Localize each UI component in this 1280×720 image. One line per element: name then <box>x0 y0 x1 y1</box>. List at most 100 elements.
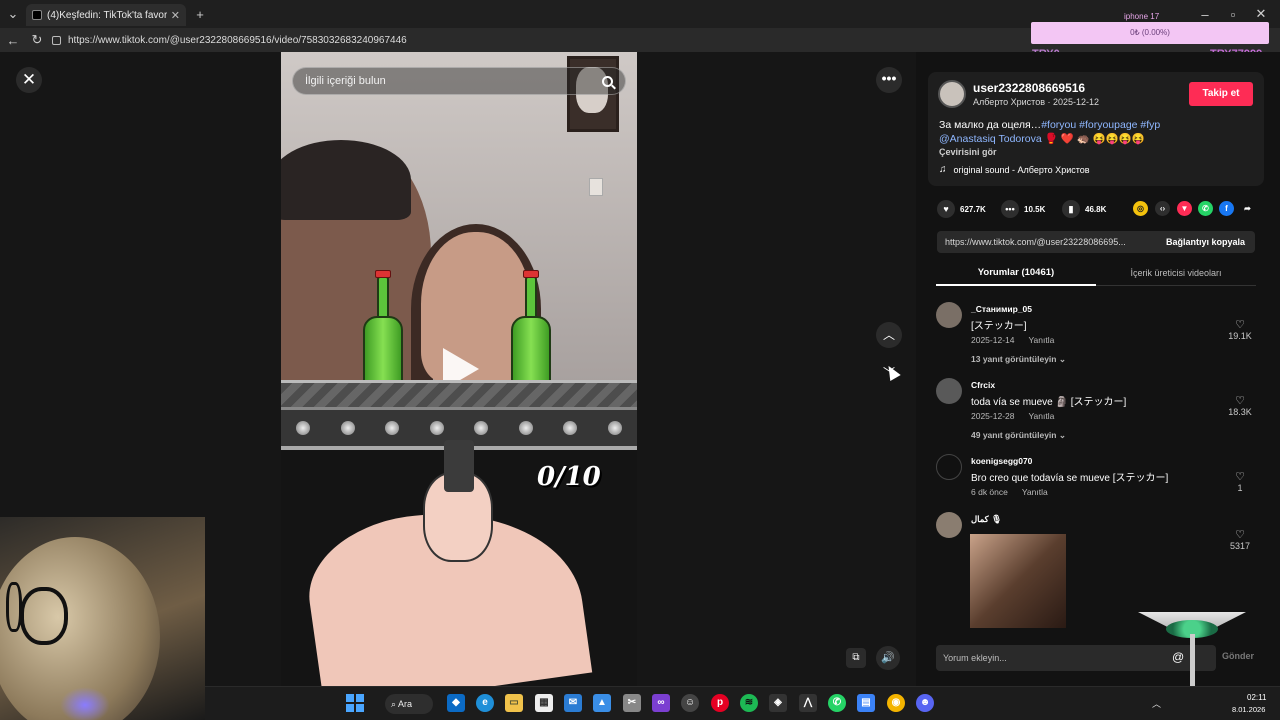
previous-video-chevron-up-icon[interactable]: ︿ <box>876 322 902 348</box>
game-score: 0/10 <box>537 462 601 492</box>
unity-icon[interactable]: ◈ <box>769 694 787 712</box>
copy-link-button[interactable]: Bağlantıyı kopyala <box>1156 237 1255 247</box>
send-to-friends-icon[interactable]: ▼ <box>1177 201 1192 216</box>
snipping-icon[interactable]: ✂ <box>623 694 641 712</box>
see-translation-link[interactable]: Çevirisini gör <box>939 147 997 157</box>
send-comment-button[interactable]: Gönder <box>1222 651 1254 661</box>
vscode-icon[interactable]: ◆ <box>447 694 465 712</box>
site-info-icon[interactable] <box>52 35 61 45</box>
embed-icon[interactable]: ‹› <box>1155 201 1170 216</box>
address-field[interactable]: https://www.tiktok.com/@user232280866951… <box>52 31 1042 49</box>
commenter-name[interactable]: كمال 🎙 <box>971 514 1002 525</box>
comment-text: Bro creo que todavía se mueve [ステッカー] <box>971 473 1169 484</box>
like-button[interactable]: ♥ 627.7K <box>937 200 986 218</box>
commenter-avatar[interactable] <box>936 512 962 538</box>
spotify-icon[interactable]: ≋ <box>740 694 758 712</box>
author-username[interactable]: user2322808669516 <box>973 81 1085 95</box>
window-close-icon[interactable]: ✕ <box>1252 5 1270 23</box>
picture-in-picture-icon[interactable]: ⧉ <box>846 648 866 668</box>
view-replies-link[interactable]: 49 yanıt görüntüleyin ⌄ <box>971 430 1066 441</box>
minimize-icon[interactable]: – <box>1196 5 1214 23</box>
video-link-box: https://www.tiktok.com/@user23228086695.… <box>937 231 1255 253</box>
comment-like-button[interactable]: ♡ 5317 <box>1222 528 1258 551</box>
caption-text: За малко да оцеля… <box>939 119 1042 131</box>
commenter-name[interactable]: Cfrcix <box>971 380 995 390</box>
reply-link[interactable]: Yanıtla <box>1022 487 1048 497</box>
commenter-avatar[interactable] <box>936 302 962 328</box>
discord-icon[interactable]: ☻ <box>916 694 934 712</box>
tab-title: (4)Keşfedin: TikTok'ta favori video <box>47 9 167 21</box>
comment-like-button[interactable]: ♡ 19.1K <box>1222 318 1258 341</box>
comment-button[interactable]: ••• 10.5K <box>1001 200 1045 218</box>
close-video-button[interactable]: ✕ <box>16 67 42 93</box>
video-player[interactable]: 0/10 <box>281 52 637 686</box>
browser-tab[interactable]: (4)Keşfedin: TikTok'ta favori video ✕ <box>26 4 186 26</box>
tab-comments[interactable]: Yorumlar (10461) <box>936 262 1096 286</box>
github-desktop-icon[interactable]: ☺ <box>681 694 699 712</box>
bookmark-icon: ▮ <box>1062 200 1080 218</box>
edge-icon[interactable]: e <box>476 694 494 712</box>
comment-text: [ステッカー] <box>971 321 1027 332</box>
commenter-avatar[interactable] <box>936 378 962 404</box>
caption-hashtags[interactable]: #foryou #foryoupage #fyp <box>1041 119 1160 131</box>
person-man-hair <box>281 140 411 220</box>
comment-like-button[interactable]: ♡ 18.3K <box>1222 394 1258 417</box>
comment-like-count: 19.1K <box>1228 331 1252 341</box>
more-options-button[interactable]: ••• <box>876 67 902 93</box>
webcam-light <box>60 687 110 720</box>
coin-share-icon[interactable]: ◎ <box>1133 201 1148 216</box>
calculator-icon[interactable]: ▤ <box>857 694 875 712</box>
maximize-icon[interactable]: ▫ <box>1224 5 1242 23</box>
taskbar-time[interactable]: 02:11 <box>1247 693 1266 702</box>
tab-list-chevron-icon[interactable]: ⌄ <box>4 5 22 23</box>
comment-icon: ••• <box>1001 200 1019 218</box>
reply-link[interactable]: Yanıtla <box>1028 335 1054 345</box>
comment-like-count: 18.3K <box>1228 407 1252 417</box>
tab-close-icon[interactable]: ✕ <box>171 9 180 22</box>
tab-creator-videos[interactable]: İçerik üreticisi videoları <box>1096 262 1256 286</box>
photos-icon[interactable]: ▲ <box>593 694 611 712</box>
file-explorer-icon[interactable]: ▭ <box>505 694 523 712</box>
comment-date: 6 dk önce <box>971 487 1008 497</box>
webcam-glasses <box>20 587 68 645</box>
new-tab-button[interactable]: + <box>191 5 209 23</box>
app-icon[interactable]: ⋀ <box>799 694 817 712</box>
back-arrow-icon[interactable]: ← <box>4 31 22 49</box>
conveyor-top <box>281 380 637 410</box>
comment-like-button[interactable]: ♡ 1 <box>1222 470 1258 493</box>
volume-icon[interactable]: 🔊 <box>876 646 900 670</box>
facebook-icon[interactable]: f <box>1219 201 1234 216</box>
comment-sticker-image[interactable] <box>970 534 1066 628</box>
mail-icon[interactable]: ✉ <box>564 694 582 712</box>
taskbar-date[interactable]: 8.01.2026 <box>1232 705 1265 714</box>
comment-like-count: 1 <box>1237 483 1243 493</box>
whatsapp-taskbar-icon[interactable]: ✆ <box>828 694 846 712</box>
heart-icon: ♥ <box>937 200 955 218</box>
commenter-name[interactable]: koenigsegg070 <box>971 456 1032 466</box>
video-link-text[interactable]: https://www.tiktok.com/@user23228086695.… <box>937 237 1156 247</box>
follow-button[interactable]: Takip et <box>1189 82 1253 106</box>
author-avatar[interactable] <box>938 80 966 108</box>
related-search-input[interactable]: İlgili içeriği bulun <box>292 67 626 95</box>
tray-chevron-up-icon[interactable]: ︿ <box>1152 697 1161 710</box>
comment-meta: 2025-12-28 Yanıtla <box>971 411 1054 421</box>
save-button[interactable]: ▮ 46.8K <box>1062 200 1106 218</box>
music-link[interactable]: ♫ original sound - Алберто Христов <box>939 164 1090 175</box>
reload-icon[interactable]: ↻ <box>28 31 46 49</box>
mention-at-icon[interactable]: @ <box>1172 650 1184 664</box>
view-replies-link[interactable]: 13 yanıt görüntüleyin ⌄ <box>971 354 1066 365</box>
caption-mention[interactable]: @Anastasiq Todorova <box>939 133 1042 145</box>
visual-studio-icon[interactable]: ∞ <box>652 694 670 712</box>
share-arrow-icon[interactable]: ➦ <box>1240 201 1255 216</box>
windows-start-icon[interactable] <box>346 694 364 712</box>
webcam-overlay <box>0 517 205 720</box>
whatsapp-icon[interactable]: ✆ <box>1198 201 1213 216</box>
chrome-icon[interactable]: ◉ <box>887 694 905 712</box>
store-icon[interactable]: ▦ <box>535 694 553 712</box>
commenter-avatar[interactable] <box>936 454 962 480</box>
taskbar-search[interactable]: ⌕ Ara <box>385 694 433 714</box>
pinterest-icon[interactable]: p <box>711 694 729 712</box>
commenter-name[interactable]: _Станимир_05 <box>971 304 1032 314</box>
reply-link[interactable]: Yanıtla <box>1028 411 1054 421</box>
search-icon[interactable] <box>602 75 613 87</box>
